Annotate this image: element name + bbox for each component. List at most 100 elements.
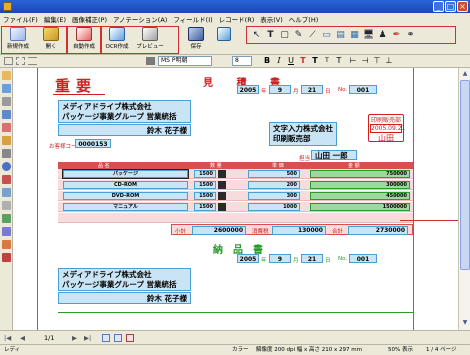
close-button[interactable]: ×: [457, 1, 468, 12]
item-qty-cell[interactable]: 1500: [194, 181, 216, 189]
align-icon[interactable]: [4, 57, 13, 65]
first-page-icon[interactable]: |◀: [4, 333, 11, 343]
table-tool-icon[interactable]: ▦: [348, 29, 361, 42]
tax-value[interactable]: 130000: [272, 226, 326, 235]
item-amount-cell[interactable]: 300000: [310, 181, 410, 189]
doc2-date-day[interactable]: 21: [301, 254, 323, 263]
doc2-date-year[interactable]: 2005: [237, 254, 259, 263]
text-style-button[interactable]: T: [334, 56, 344, 66]
menu-file[interactable]: ファイル(F): [3, 14, 38, 24]
italic-button[interactable]: I: [274, 56, 284, 66]
total-value[interactable]: 2730000: [348, 226, 408, 235]
doc1-date-month[interactable]: 9: [269, 85, 291, 94]
monitor-tool-icon[interactable]: 🖥: [362, 29, 375, 42]
menu-view[interactable]: 表示(V): [260, 14, 283, 24]
doc1-date-day[interactable]: 21: [301, 85, 323, 94]
menu-annotation[interactable]: アノテーション(A): [113, 14, 167, 24]
menu-image-correction[interactable]: 画像補正(P): [72, 14, 107, 24]
pencil-tool-icon[interactable]: [2, 136, 11, 145]
menu-field[interactable]: フィールド(I): [173, 14, 212, 24]
doc2-person-name[interactable]: 鈴木 花子様: [58, 292, 191, 304]
select-arrow-icon[interactable]: ↖: [250, 29, 263, 42]
doc1-number[interactable]: 001: [349, 85, 377, 94]
document-canvas[interactable]: 重要 見 積 書 2005 年 9 月 21 日 No. 001 メディアドライ…: [13, 68, 458, 330]
next-page-icon[interactable]: ▶: [72, 333, 77, 343]
rectangle-tool-icon[interactable]: ▢: [278, 29, 291, 42]
vertical-scrollbar[interactable]: ▲ ▼: [458, 68, 470, 330]
fit-tool-icon[interactable]: [2, 97, 11, 106]
prev-page-icon[interactable]: ◀: [20, 333, 25, 343]
item-price-cell[interactable]: 200: [248, 181, 300, 189]
text-tool-icon[interactable]: T: [264, 29, 277, 42]
doc2-number[interactable]: 001: [349, 254, 377, 263]
scroll-up-icon[interactable]: ▲: [460, 69, 470, 79]
circle-tool-icon[interactable]: [2, 162, 11, 171]
brush-tool-icon[interactable]: [2, 175, 11, 184]
line-tool-icon[interactable]: ⟋: [306, 29, 319, 42]
rotate-tool-icon[interactable]: [2, 110, 11, 119]
sender-company[interactable]: 文字入力株式会社 印刷販売部: [269, 122, 337, 146]
zoom-tool-icon[interactable]: [2, 84, 11, 93]
pen-tool-icon[interactable]: ✎: [292, 29, 305, 42]
save-button[interactable]: 保存: [180, 26, 212, 54]
align-right-button[interactable]: ⊣: [360, 56, 370, 66]
align-top-button[interactable]: ⊤: [372, 56, 382, 66]
marker-tool-icon[interactable]: ✒: [390, 29, 403, 42]
eraser-tool-icon[interactable]: [2, 123, 11, 132]
text-size-down-button[interactable]: T: [322, 56, 332, 66]
grid-icon[interactable]: [16, 57, 25, 65]
item-price-cell[interactable]: 500: [248, 170, 300, 178]
page-view-icon[interactable]: [102, 334, 110, 342]
export-tool-icon[interactable]: [2, 253, 11, 262]
bold-button[interactable]: B: [262, 56, 272, 66]
item-amount-cell[interactable]: 750000: [310, 170, 410, 178]
paste-tool-icon[interactable]: [2, 201, 11, 210]
stamp-tool-icon[interactable]: ♟: [376, 29, 389, 42]
item-name-cell[interactable]: マニュアル: [63, 203, 188, 211]
item-name-cell[interactable]: パッケージ: [62, 169, 189, 179]
layout-button[interactable]: [214, 26, 234, 54]
fill-icon[interactable]: [146, 57, 155, 65]
customer-code-value[interactable]: 0000153: [75, 139, 111, 148]
box-tool-icon[interactable]: ▭: [320, 29, 333, 42]
item-name-cell[interactable]: CD-ROM: [63, 181, 188, 189]
grid-tool-icon[interactable]: ▤: [334, 29, 347, 42]
menu-edit[interactable]: 編集(E): [44, 14, 66, 24]
rep-name[interactable]: 山田 一郎: [311, 150, 357, 160]
doc1-date-year[interactable]: 2005: [237, 85, 259, 94]
page-delete-icon[interactable]: [126, 334, 134, 342]
item-name-cell[interactable]: DVD-ROM: [63, 192, 188, 200]
align-bottom-button[interactable]: ⊥: [384, 56, 394, 66]
item-amount-cell[interactable]: 1500000: [310, 203, 410, 211]
ruler-icon[interactable]: [28, 57, 37, 65]
page-copy-icon[interactable]: [114, 334, 122, 342]
font-select[interactable]: MS P明朝: [158, 56, 212, 66]
minimize-button[interactable]: _: [433, 1, 444, 12]
doc2-date-month[interactable]: 9: [269, 254, 291, 263]
item-amount-cell[interactable]: 450000: [310, 192, 410, 200]
item-qty-cell[interactable]: 1500: [194, 203, 216, 211]
image-tool-icon[interactable]: [2, 214, 11, 223]
text-color-button[interactable]: T: [298, 56, 308, 66]
text-size-up-button[interactable]: T: [310, 56, 320, 66]
item-qty-cell[interactable]: 1500: [194, 192, 216, 200]
item-qty-cell[interactable]: 1500: [194, 170, 216, 178]
maximize-button[interactable]: □: [445, 1, 456, 12]
doc1-person-name[interactable]: 鈴木 花子様: [58, 124, 191, 136]
doc1-company-name[interactable]: メディアドライブ株式会社 パッケージ事業グループ 営業統括: [58, 100, 191, 123]
last-page-icon[interactable]: ▶|: [84, 333, 91, 343]
underline-button[interactable]: U: [286, 56, 296, 66]
hand-tool-icon[interactable]: [2, 71, 11, 80]
copy-tool-icon[interactable]: [2, 188, 11, 197]
menu-help[interactable]: ヘルプ(H): [289, 14, 318, 24]
scroll-thumb[interactable]: [460, 80, 470, 270]
link-tool-icon[interactable]: ⚭: [404, 29, 417, 42]
line-tool-icon[interactable]: [2, 149, 11, 158]
align-left-button[interactable]: ⊢: [348, 56, 358, 66]
item-price-cell[interactable]: 1000: [248, 203, 300, 211]
subtotal-value[interactable]: 2600000: [192, 226, 246, 235]
menu-record[interactable]: レコード(R): [219, 14, 255, 24]
font-size-select[interactable]: 8: [232, 56, 252, 66]
form-tool-icon[interactable]: [2, 227, 11, 236]
scroll-down-icon[interactable]: ▼: [460, 318, 470, 328]
